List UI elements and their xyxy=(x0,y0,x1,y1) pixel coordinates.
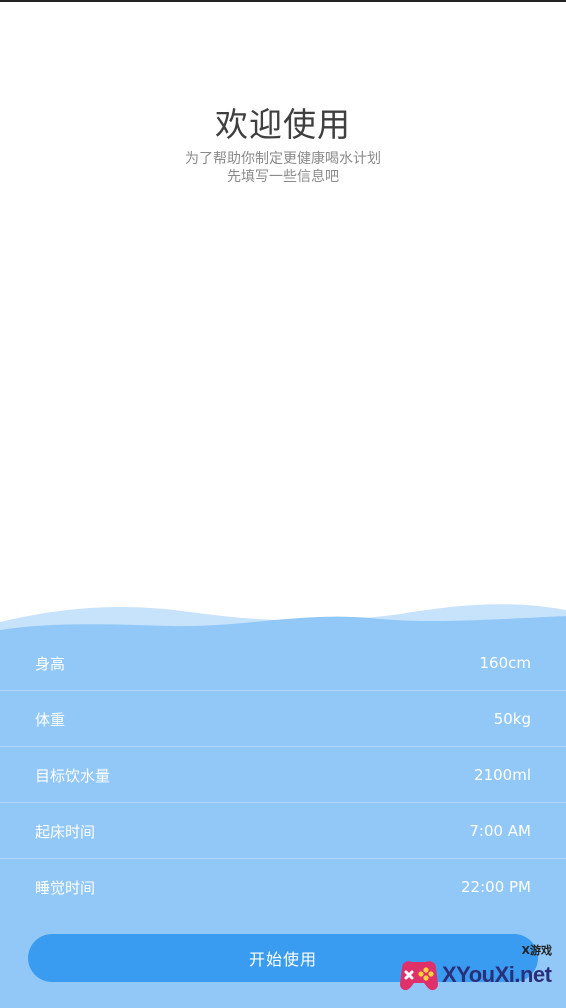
welcome-subtitle: 为了帮助你制定更健康喝水计划 先填写一些信息吧 xyxy=(0,150,566,186)
sleep-time-value: 22:00 PM xyxy=(461,878,531,896)
subtitle-line-2: 先填写一些信息吧 xyxy=(227,169,339,185)
setting-row-weight[interactable]: 体重 50kg xyxy=(0,691,566,747)
wake-time-label: 起床时间 xyxy=(35,822,96,841)
setting-row-wake-time[interactable]: 起床时间 7:00 AM xyxy=(0,803,566,859)
wake-time-value: 7:00 AM xyxy=(469,822,531,840)
setting-row-height[interactable]: 身高 160cm xyxy=(0,635,566,691)
weight-value: 50kg xyxy=(493,710,531,728)
height-label: 身高 xyxy=(35,654,66,673)
gamepad-logo-icon xyxy=(400,961,438,991)
subtitle-line-1: 为了帮助你制定更健康喝水计划 xyxy=(185,151,381,167)
welcome-title: 欢迎使用 xyxy=(215,105,351,144)
height-value: 160cm xyxy=(479,654,532,672)
watermark-main-text: XYouXi.net xyxy=(442,962,552,987)
setting-row-target-water[interactable]: 目标饮水量 2100ml xyxy=(0,747,566,803)
setting-row-sleep-time[interactable]: 睡觉时间 22:00 PM xyxy=(0,859,566,915)
target-water-value: 2100ml xyxy=(474,766,531,784)
status-bar-edge xyxy=(0,0,566,2)
watermark-top-text: X游戏 xyxy=(521,944,552,957)
sleep-time-label: 睡觉时间 xyxy=(35,878,96,897)
site-watermark: X游戏 XYouXi.net xyxy=(392,942,564,1006)
target-water-label: 目标饮水量 xyxy=(35,766,111,785)
weight-label: 体重 xyxy=(35,710,66,729)
